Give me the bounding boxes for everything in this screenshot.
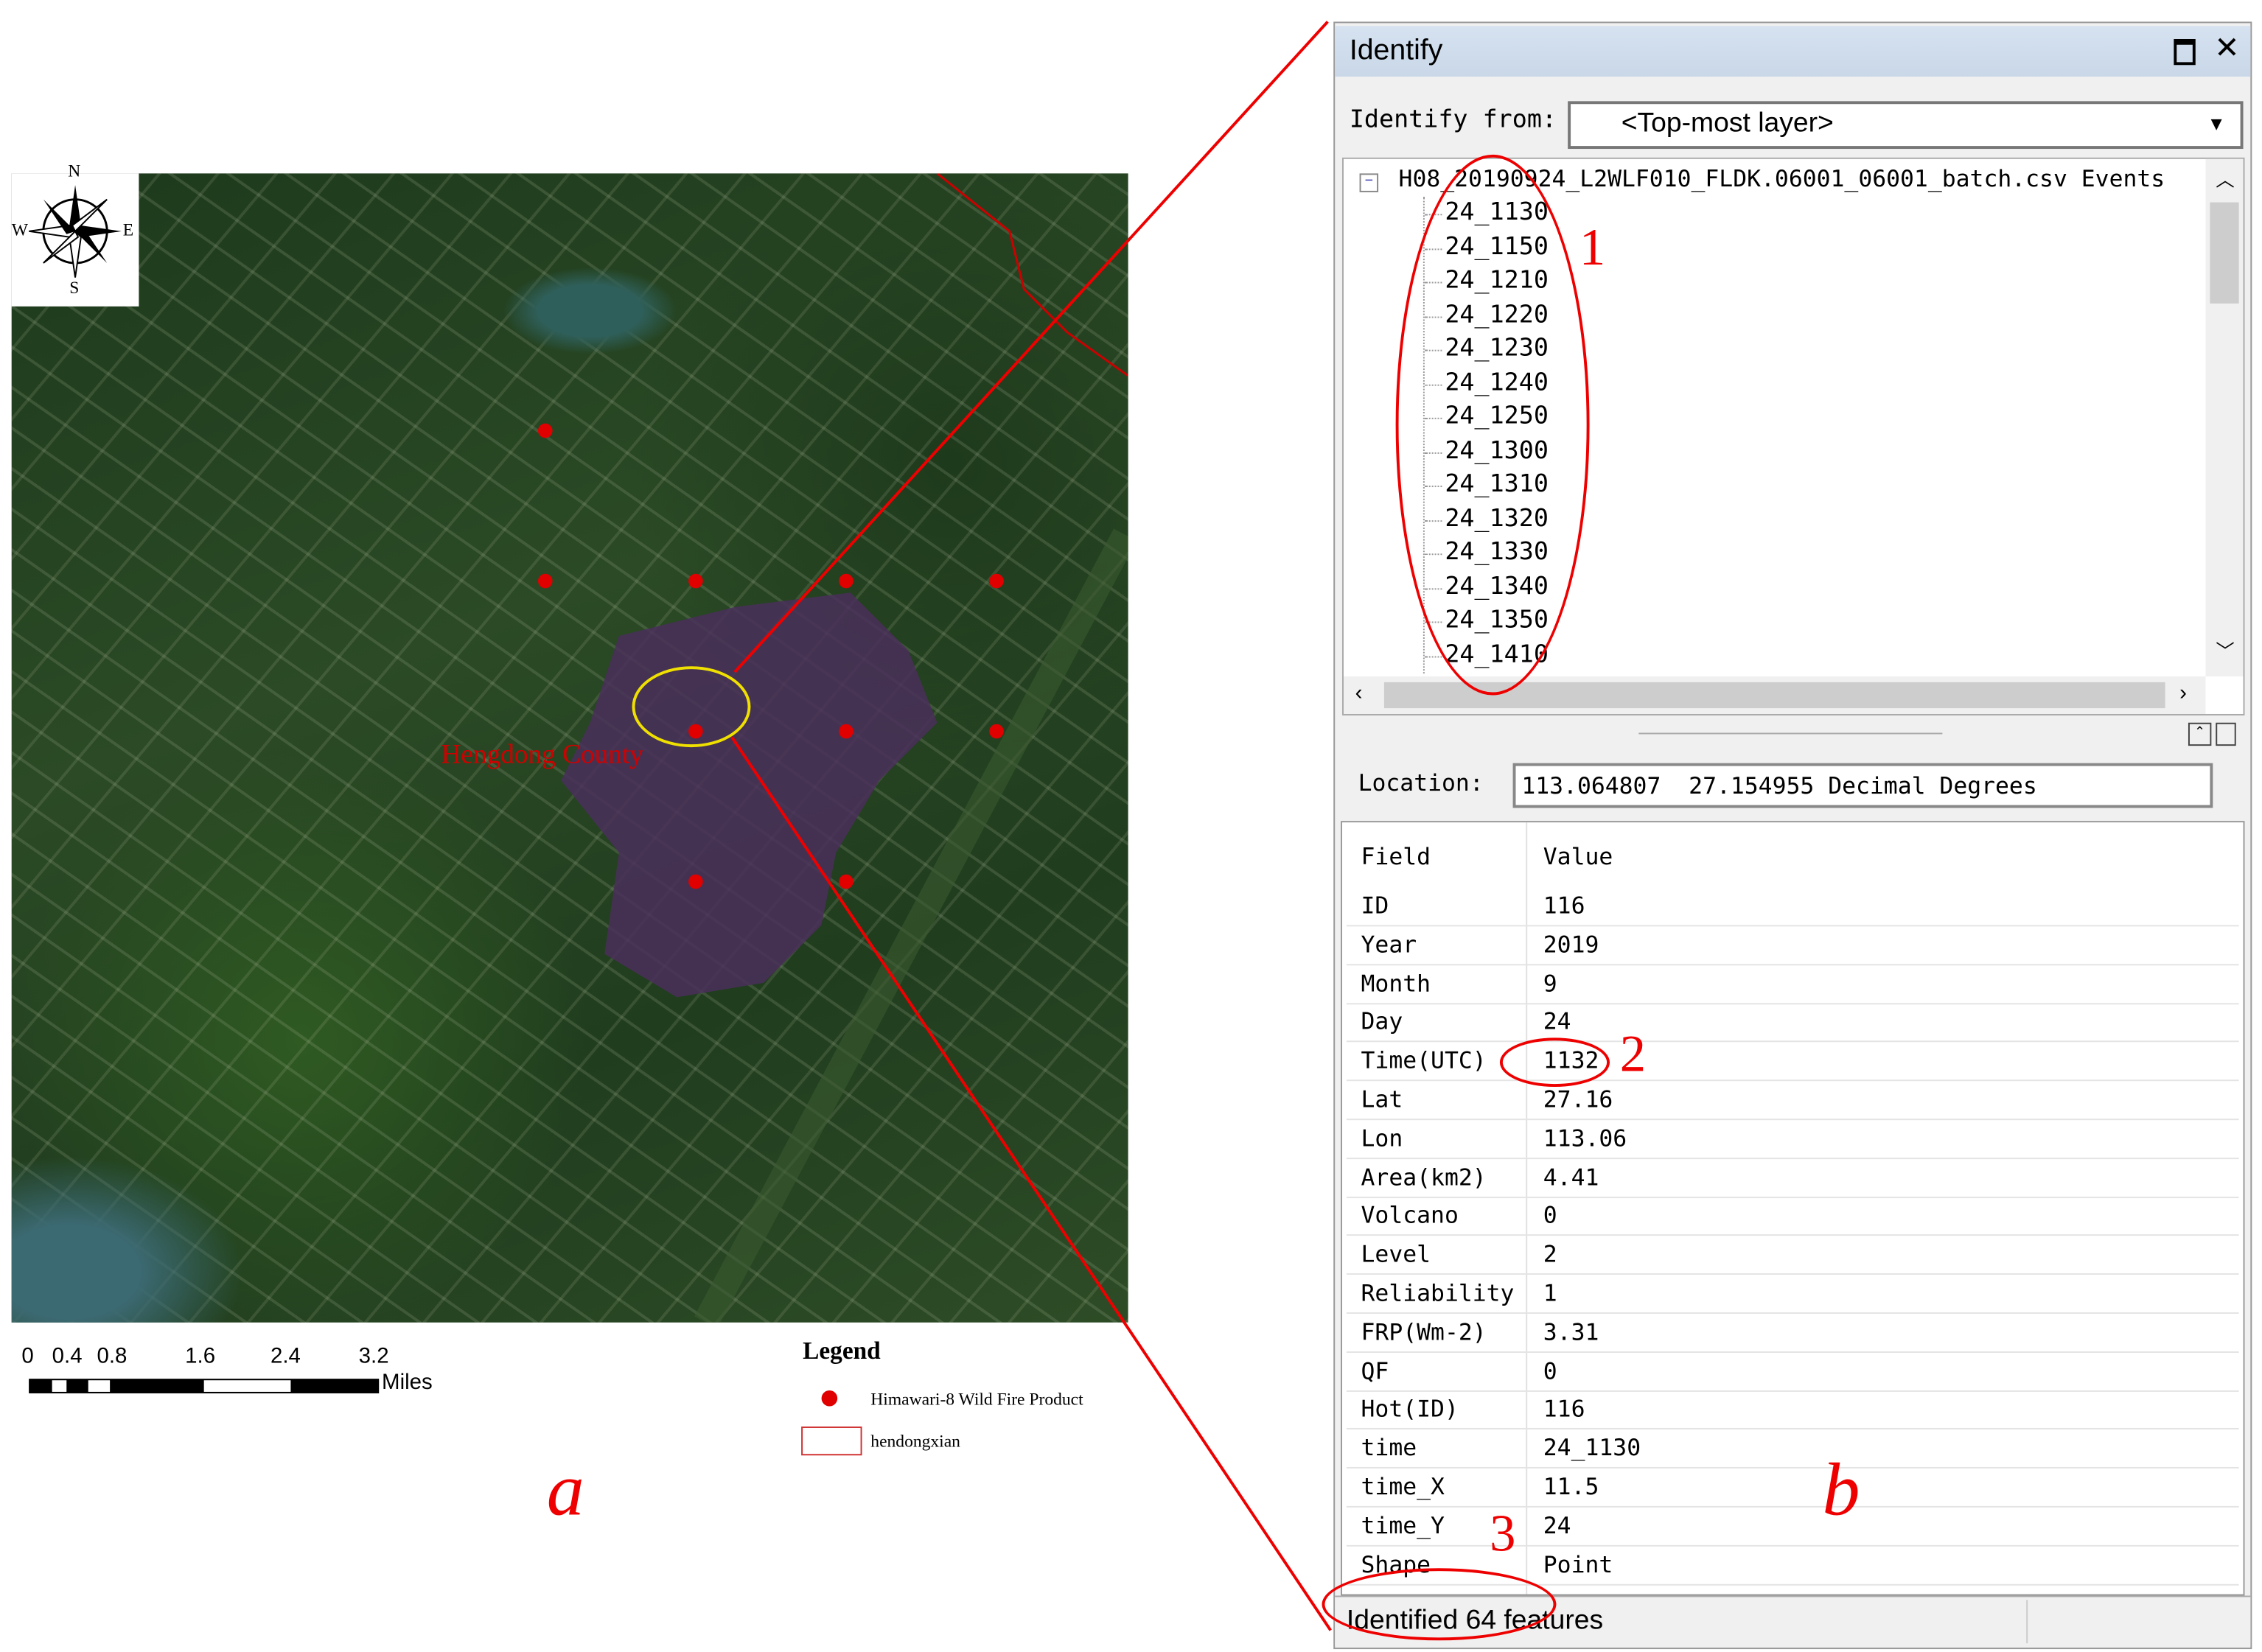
field-value: 9	[1543, 969, 1557, 997]
table-row[interactable]: time 24_1130	[1346, 1428, 2239, 1469]
table-row[interactable]: Area(km2) 4.41	[1346, 1157, 2239, 1198]
field-value: 24_1130	[1543, 1434, 1641, 1462]
table-row[interactable]: FRP(Wm-2) 3.31	[1346, 1312, 2239, 1353]
field-name: Volcano	[1361, 1201, 1459, 1230]
field-name: Year	[1361, 930, 1417, 959]
table-row[interactable]: Month 9	[1346, 964, 2239, 1004]
table-row[interactable]: Time(UTC) 1132	[1346, 1041, 2239, 1082]
field-value: 24	[1543, 1511, 1571, 1539]
panel-label-b: b	[1822, 1449, 1860, 1533]
field-value: 27.16	[1543, 1085, 1613, 1113]
field-name: ID	[1361, 892, 1389, 920]
field-value: 24	[1543, 1007, 1571, 1036]
table-row[interactable]: Lat 27.16	[1346, 1079, 2239, 1121]
field-name: time_Y	[1361, 1511, 1445, 1539]
annotation-ellipse-3	[1322, 1568, 1557, 1641]
header-field[interactable]: Field	[1361, 843, 1431, 870]
field-name: Area(km2)	[1361, 1163, 1487, 1191]
field-name: Day	[1361, 1007, 1403, 1036]
table-row[interactable]: time_X 11.5	[1346, 1467, 2239, 1508]
field-name: Lat	[1361, 1085, 1403, 1113]
field-name: time_X	[1361, 1472, 1445, 1501]
expand-icon[interactable]: ⌃	[2188, 722, 2212, 746]
attribute-table: Field Value ID 116 Year 2019 Month 9 Day 24 Time…	[1341, 821, 2245, 1596]
annotation-ellipse-2	[1499, 1037, 1610, 1088]
table-row[interactable]: Day 24	[1346, 1002, 2239, 1043]
pane-icon[interactable]	[2216, 722, 2236, 746]
splitter-handle[interactable]	[1638, 732, 1943, 735]
annotation-ellipse-1	[1395, 154, 1590, 696]
annotation-number-1: 1	[1579, 218, 1606, 276]
location-value: 113.064807 27.154955 Decimal Degrees	[1521, 771, 2037, 799]
field-value: 113.06	[1543, 1124, 1627, 1152]
field-name: Hot(ID)	[1361, 1395, 1459, 1423]
header-value[interactable]: Value	[1543, 843, 1613, 870]
identify-from-label: Identify from:	[1349, 105, 1557, 135]
field-value: 2019	[1543, 930, 1599, 959]
identify-titlebar: Identify ✕	[1335, 26, 2251, 77]
vertical-scrollbar[interactable]: ︿ ﹀	[2205, 158, 2244, 676]
table-row[interactable]: Lon 113.06	[1346, 1119, 2239, 1159]
panel-title: Identify	[1349, 35, 1443, 67]
field-name: time	[1361, 1434, 1417, 1462]
table-row[interactable]: Volcano 0	[1346, 1196, 2239, 1236]
table-row[interactable]: Year 2019	[1346, 925, 2239, 965]
field-value: 116	[1543, 892, 1585, 920]
field-value: Point	[1543, 1550, 1613, 1578]
field-value: 3.31	[1543, 1317, 1599, 1345]
identify-from-dropdown[interactable]: <Top-most layer> ▼	[1568, 101, 2244, 150]
field-value: 4.41	[1543, 1163, 1599, 1191]
field-value: 11.5	[1543, 1472, 1599, 1501]
field-name: QF	[1361, 1357, 1389, 1385]
field-value: 2	[1543, 1240, 1557, 1268]
field-value: 1	[1543, 1278, 1557, 1307]
table-row[interactable]: QF 0	[1346, 1351, 2239, 1392]
dropdown-value: <Top-most layer>	[1621, 108, 1834, 139]
field-name: FRP(Wm-2)	[1361, 1317, 1487, 1345]
location-label: Location:	[1358, 769, 1484, 797]
field-name: Reliability	[1361, 1278, 1515, 1307]
field-name: Level	[1361, 1240, 1431, 1268]
table-row[interactable]: ID 116	[1346, 886, 2239, 927]
annotation-number-2: 2	[1619, 1024, 1647, 1083]
maximize-icon[interactable]	[2174, 38, 2196, 66]
table-row[interactable]: Reliability 1	[1346, 1273, 2239, 1315]
chevron-down-icon[interactable]: ▼	[2207, 113, 2225, 134]
field-name: Time(UTC)	[1361, 1046, 1487, 1074]
panel-label-a: a	[546, 1449, 584, 1533]
field-name: Lon	[1361, 1124, 1403, 1152]
table-row[interactable]: Hot(ID) 116	[1346, 1390, 2239, 1430]
field-value: 116	[1543, 1395, 1585, 1423]
table-row[interactable]: time_Y 24	[1346, 1505, 2239, 1547]
annotation-number-3: 3	[1490, 1504, 1516, 1563]
field-value: 0	[1543, 1201, 1557, 1230]
location-field[interactable]: 113.064807 27.154955 Decimal Degrees	[1512, 763, 2213, 808]
collapse-icon[interactable]: −	[1359, 173, 1379, 192]
close-icon[interactable]: ✕	[2214, 30, 2240, 66]
field-name: Month	[1361, 969, 1431, 997]
table-row[interactable]: Level 2	[1346, 1234, 2239, 1275]
field-value: 0	[1543, 1357, 1557, 1385]
